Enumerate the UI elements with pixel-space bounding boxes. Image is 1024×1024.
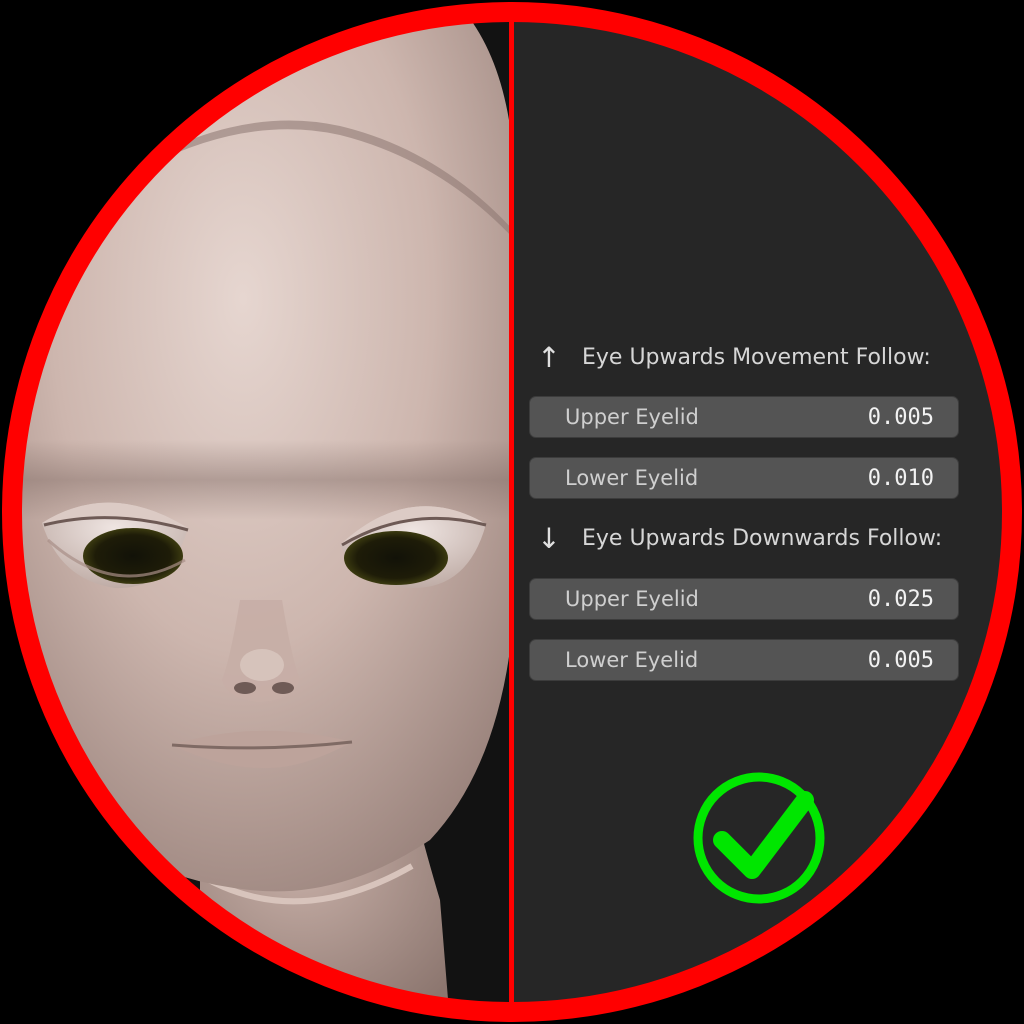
field-value: 0.005 xyxy=(867,404,934,430)
panel-background xyxy=(512,18,1006,1006)
field-value: 0.010 xyxy=(867,465,934,491)
down-upper-eyelid-field[interactable]: Upper Eyelid 0.025 xyxy=(529,578,959,620)
field-label: Upper Eyelid xyxy=(565,587,699,611)
divider-line xyxy=(509,18,514,1006)
field-label: Lower Eyelid xyxy=(565,648,699,672)
field-value: 0.025 xyxy=(867,586,934,612)
eye-follow-illustration xyxy=(2,2,1022,1022)
field-value: 0.005 xyxy=(867,647,934,673)
up-upper-eyelid-field[interactable]: Upper Eyelid 0.005 xyxy=(529,396,959,438)
down-lower-eyelid-field[interactable]: Lower Eyelid 0.005 xyxy=(529,639,959,681)
up-lower-eyelid-field[interactable]: Lower Eyelid 0.010 xyxy=(529,457,959,499)
field-label: Lower Eyelid xyxy=(565,466,699,490)
field-label: Upper Eyelid xyxy=(565,405,699,429)
